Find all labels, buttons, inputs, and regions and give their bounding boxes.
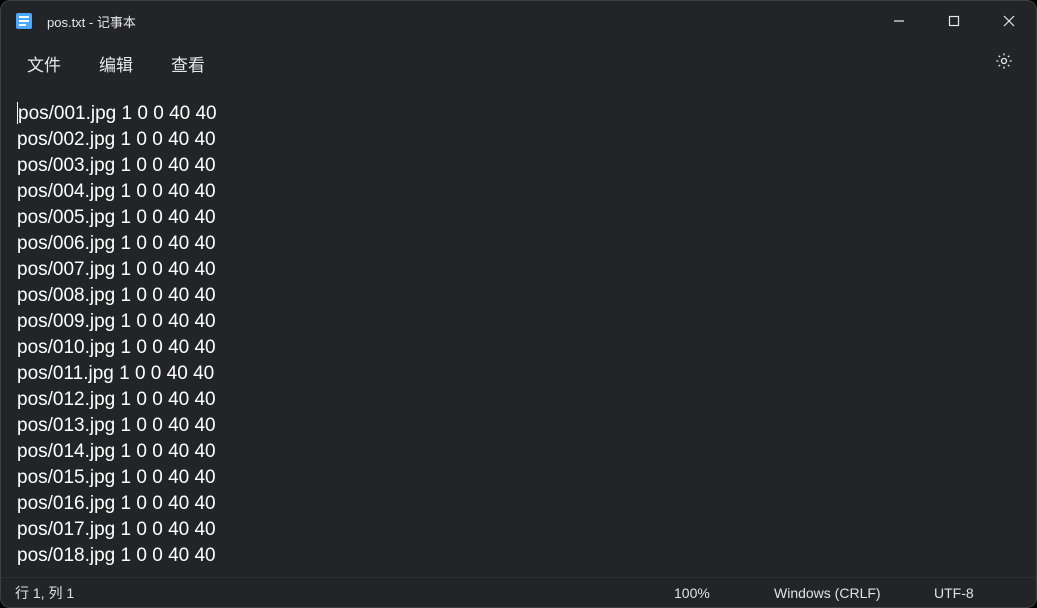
- titlebar[interactable]: pos.txt - 记事本: [1, 1, 1036, 41]
- editor-viewport: pos/001.jpg 1 0 0 40 40 pos/002.jpg 1 0 …: [1, 85, 1036, 577]
- editor-text[interactable]: pos/001.jpg 1 0 0 40 40 pos/002.jpg 1 0 …: [1, 85, 1036, 577]
- notepad-window: pos.txt - 记事本 文件 编辑 查看: [0, 0, 1037, 608]
- minimize-button[interactable]: [871, 1, 926, 41]
- menu-file[interactable]: 文件: [13, 45, 75, 82]
- status-encoding: UTF-8: [912, 585, 1022, 601]
- settings-button[interactable]: [984, 45, 1024, 82]
- menubar: 文件 编辑 查看: [1, 41, 1036, 85]
- window-title: pos.txt - 记事本: [47, 12, 871, 31]
- close-button[interactable]: [981, 1, 1036, 41]
- status-position: 行 1, 列 1: [15, 583, 652, 603]
- menu-edit[interactable]: 编辑: [85, 45, 147, 82]
- status-eol: Windows (CRLF): [752, 585, 912, 601]
- status-zoom[interactable]: 100%: [652, 585, 752, 601]
- menu-view[interactable]: 查看: [157, 45, 219, 82]
- gear-icon: [994, 51, 1014, 76]
- window-controls: [871, 1, 1036, 41]
- maximize-button[interactable]: [926, 1, 981, 41]
- app-icon: [15, 12, 33, 30]
- statusbar: 行 1, 列 1 100% Windows (CRLF) UTF-8: [1, 577, 1036, 607]
